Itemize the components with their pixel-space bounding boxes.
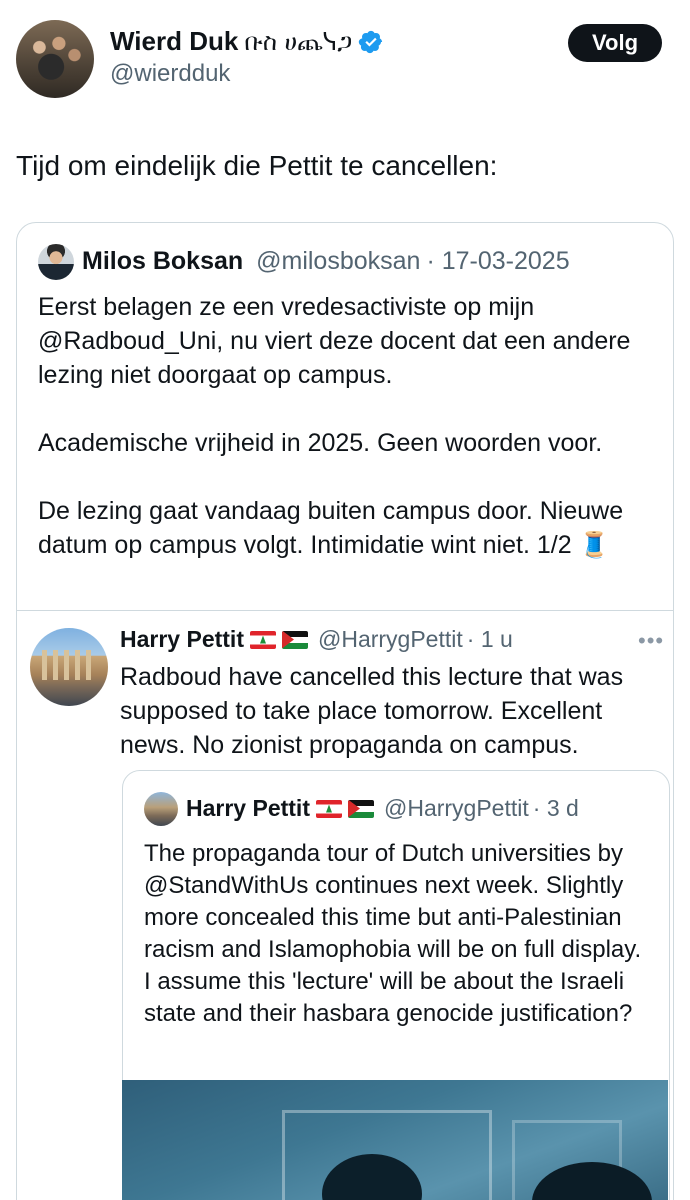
nested-quote-author-name[interactable]: Harry Pettit [186,795,310,822]
follow-button[interactable]: Volg [568,24,662,62]
more-options-icon[interactable]: ••• [638,628,664,654]
quote-author-name[interactable]: Milos Boksan [82,247,243,275]
palestine-flag-icon [281,630,308,649]
nested-quote-time: · 3 d [532,795,579,821]
nested-quote-avatar[interactable] [144,792,178,826]
nested-quote-text: The propaganda tour of Dutch universitie… [144,840,642,1027]
reply-text: Radboud have cancelled this lecture that… [120,663,624,759]
quote-author-avatar[interactable] [38,244,74,280]
reply-time: · 1 u [466,626,513,652]
reply-header: Harry Pettit @HarrygPettit · 1 u [120,626,513,653]
nested-quote-media-image[interactable] [122,1080,668,1200]
verified-badge-icon [358,30,383,53]
author-avatar[interactable] [16,20,94,98]
author-name-row[interactable]: Wierd Duk ቡስ ሀጨᓭጋ [110,26,384,57]
reply-author-avatar[interactable] [30,628,108,706]
quote-header: Milos Boksan @milosboksan · 17-03-2025 [82,247,570,276]
author-handle[interactable]: @wierdduk [110,60,230,88]
tweet-text: Tijd om eindelijk die Pettit te cancelle… [16,150,498,181]
quote-date: · 17-03-2025 [426,247,570,275]
reply-author-name[interactable]: Harry Pettit [120,626,244,653]
author-name-script: ቡስ ሀጨᓭጋ [244,27,353,56]
reply-author-handle[interactable]: @HarrygPettit [318,626,463,653]
quote-text: Eerst belagen ze een vredesactiviste op … [38,293,631,559]
nested-quote-header: Harry Pettit @HarrygPettit · 3 d [186,795,579,822]
nested-quote-author-handle[interactable]: @HarrygPettit [384,795,529,822]
lebanon-flag-icon [315,799,342,818]
palestine-flag-icon [347,799,374,818]
author-name[interactable]: Wierd Duk [110,26,238,57]
divider [17,610,673,611]
lebanon-flag-icon [249,630,276,649]
quote-author-handle[interactable]: @milosboksan [256,247,420,275]
